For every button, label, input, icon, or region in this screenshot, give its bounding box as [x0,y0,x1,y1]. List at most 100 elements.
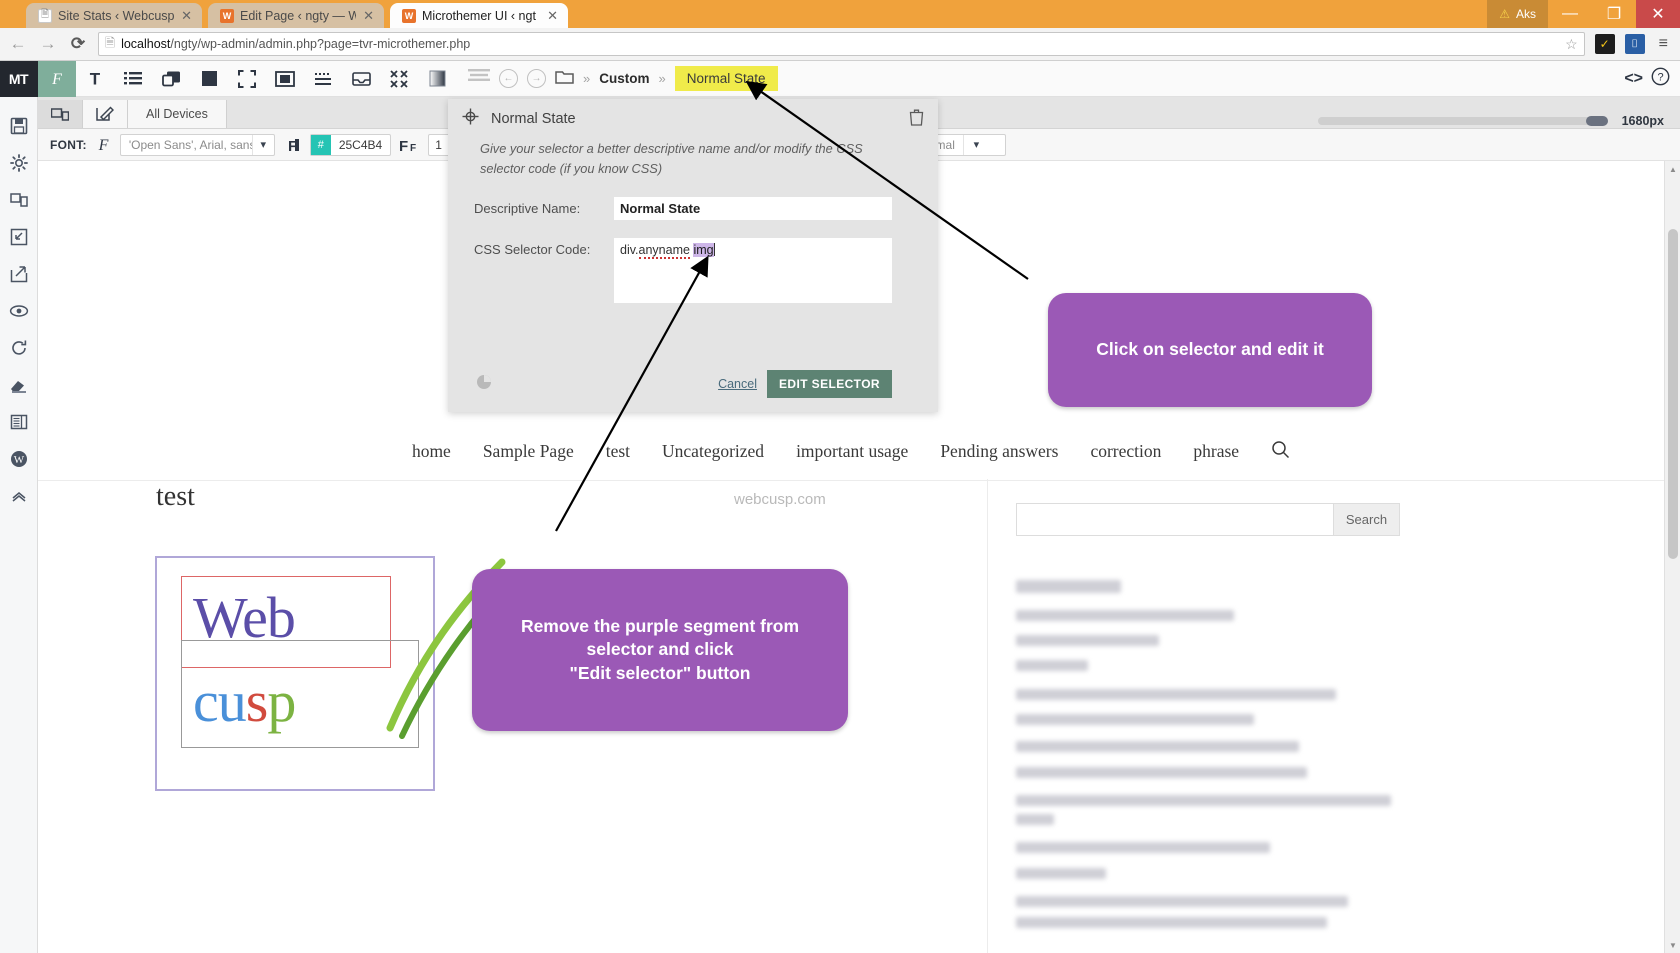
code-view-icon[interactable]: <> [1624,70,1643,88]
slider-knob[interactable] [1585,116,1608,126]
search-button[interactable]: Search [1334,503,1400,536]
scroll-down-icon[interactable]: ▼ [1665,937,1680,953]
nav-link-correction[interactable]: correction [1090,441,1161,462]
adblock-extension-icon[interactable]: ✓ [1594,34,1615,54]
scroll-up-icon[interactable]: ▲ [1665,161,1680,177]
padding-icon[interactable] [266,61,304,97]
dialog-title: Normal State [491,111,576,127]
tab-edit-pencil[interactable] [83,100,128,128]
nav-link-uncategorized[interactable]: Uncategorized [662,441,764,462]
css-highlighted-segment: img [693,242,714,257]
breadcrumb-back-icon[interactable]: ← [499,69,518,88]
edit-selector-button[interactable]: EDIT SELECTOR [767,370,892,398]
eraser-icon[interactable] [0,366,38,403]
url-host: localhost [121,37,171,51]
nav-link-sample-page[interactable]: Sample Page [483,441,574,462]
browser-tab-edit-page[interactable]: W Edit Page ‹ ngty — W ✕ [208,3,384,28]
toolbar-right-actions: <> ? [1624,67,1680,91]
descriptive-name-input[interactable]: Normal State [614,196,892,220]
responsive-devices-icon[interactable] [0,181,38,218]
font-property-icon[interactable]: F [38,60,76,97]
restore-button[interactable]: ❐ [1592,0,1636,28]
browser-titlebar: 🗎 Site Stats ‹ Webcusp ✕ W Edit Page ‹ n… [0,0,1680,28]
nav-link-home[interactable]: home [412,441,451,462]
tab-title: Microthemer UI ‹ ngt [422,8,536,23]
reload-icon[interactable]: ⟳ [68,34,88,54]
wordpress-icon: W [220,8,234,23]
background-property-icon[interactable] [152,61,190,97]
save-icon[interactable] [0,107,38,144]
browser-toolbar: ← → ⟳ 🗎 localhost/ngty/wp-admin/admin.ph… [0,28,1680,61]
box-fill-icon[interactable] [190,61,228,97]
menu-lines-icon[interactable] [468,69,490,88]
breadcrumb-separator: » [583,71,591,86]
widget-text-placeholder [1016,896,1348,907]
preview-eye-icon[interactable] [0,292,38,329]
border-icon[interactable] [304,61,342,97]
microthemer-logo[interactable]: MT [0,61,38,97]
descriptive-name-label: Descriptive Name: [474,200,581,216]
text-property-icon[interactable]: T [76,61,114,97]
widget-text-placeholder [1016,610,1234,621]
page-title: test [156,481,195,512]
delete-selector-icon[interactable] [909,109,924,130]
widget-text-placeholder [1016,689,1336,700]
selected-logo-image[interactable]: Web cusp [155,556,511,791]
layout-icon[interactable] [0,403,38,440]
tab-close-icon[interactable]: ✕ [547,8,558,24]
bookmark-extension-icon[interactable]: ⌷ [1624,34,1645,54]
settings-gear-icon[interactable] [0,144,38,181]
folder-icon[interactable] [555,69,574,89]
collapse-chevron-icon[interactable] [0,477,38,514]
transform-icon[interactable] [380,61,418,97]
top-toolbar: F T ← → » Custom » Normal State <> ? [38,60,1680,97]
nav-link-test[interactable]: test [606,441,630,462]
address-bar[interactable]: 🗎 localhost/ngty/wp-admin/admin.php?page… [98,32,1585,56]
export-icon[interactable] [0,255,38,292]
dimensions-icon[interactable] [228,61,266,97]
chevron-down-icon[interactable]: ▾ [251,134,274,155]
css-selector-label: CSS Selector Code: [474,241,591,257]
nav-link-important-usage[interactable]: important usage [796,441,908,462]
scrollbar-thumb[interactable] [1668,229,1678,559]
device-selector-label[interactable]: All Devices [128,100,227,128]
bookmark-star-icon[interactable]: ☆ [1565,36,1578,53]
viewport-width-slider[interactable] [1317,116,1608,126]
refresh-icon[interactable] [0,329,38,366]
breadcrumb-folder-name[interactable]: Custom [599,71,649,86]
browser-tab-site-stats[interactable]: 🗎 Site Stats ‹ Webcusp ✕ [26,3,202,28]
css-selector-textarea[interactable]: div.anyname img [614,237,892,303]
svg-text:F: F [410,143,416,153]
search-input[interactable] [1016,503,1334,536]
nav-link-pending-answers[interactable]: Pending answers [940,441,1058,462]
forward-icon[interactable]: → [38,34,58,54]
browser-tab-microthemer[interactable]: W Microthemer UI ‹ ngt ✕ [390,3,568,28]
tab-close-icon[interactable]: ✕ [181,8,192,24]
tab-close-icon[interactable]: ✕ [363,8,374,24]
gradient-icon[interactable] [418,61,456,97]
shadow-icon[interactable] [342,61,380,97]
breadcrumb-forward-icon[interactable]: → [527,69,546,88]
logo-letter-s: s [245,669,269,734]
wordpress-icon[interactable]: W [0,440,38,477]
tab-devices-grid[interactable] [38,100,83,128]
back-icon[interactable]: ← [8,34,28,54]
search-icon[interactable] [1271,440,1290,464]
nav-link-phrase[interactable]: phrase [1193,441,1239,462]
breadcrumb-selector-name[interactable]: Normal State [674,66,778,91]
import-icon[interactable] [0,218,38,255]
font-color-field[interactable]: # 25C4B4 [309,133,392,156]
aks-status-indicator[interactable]: ⚠ Aks [1487,0,1548,28]
viewport-scrollbar[interactable]: ▲ ▼ [1664,161,1680,953]
font-family-select[interactable]: 'Open Sans', Arial, sans... ▾ [119,133,275,156]
browser-menu-icon[interactable]: ≡ [1655,35,1672,53]
svg-text:W: W [13,454,24,466]
list-property-icon[interactable] [114,61,152,97]
css-prefix: div. [620,242,639,257]
close-window-button[interactable]: ✕ [1636,0,1680,28]
chevron-down-icon[interactable]: ▾ [962,134,989,155]
cancel-button[interactable]: Cancel [718,377,757,391]
minimize-button[interactable]: — [1548,0,1592,28]
help-icon[interactable]: ? [1651,67,1670,91]
edit-selector-dialog: Normal State Give your selector a better… [448,99,938,412]
